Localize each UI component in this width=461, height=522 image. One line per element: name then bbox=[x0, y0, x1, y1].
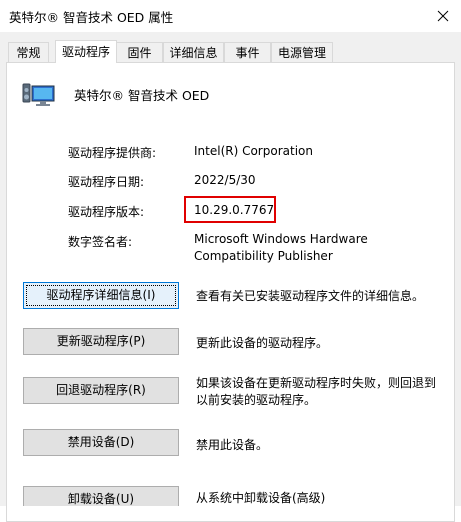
uninstall-device-desc: 从系统中卸载设备(高级) bbox=[196, 491, 326, 505]
version-highlight-box bbox=[184, 196, 276, 223]
bottom-clip-region: 卸载设备(U) 从系统中卸载设备(高级) bbox=[0, 0, 461, 506]
uninstall-device-button[interactable]: 卸载设备(U) bbox=[23, 486, 179, 506]
